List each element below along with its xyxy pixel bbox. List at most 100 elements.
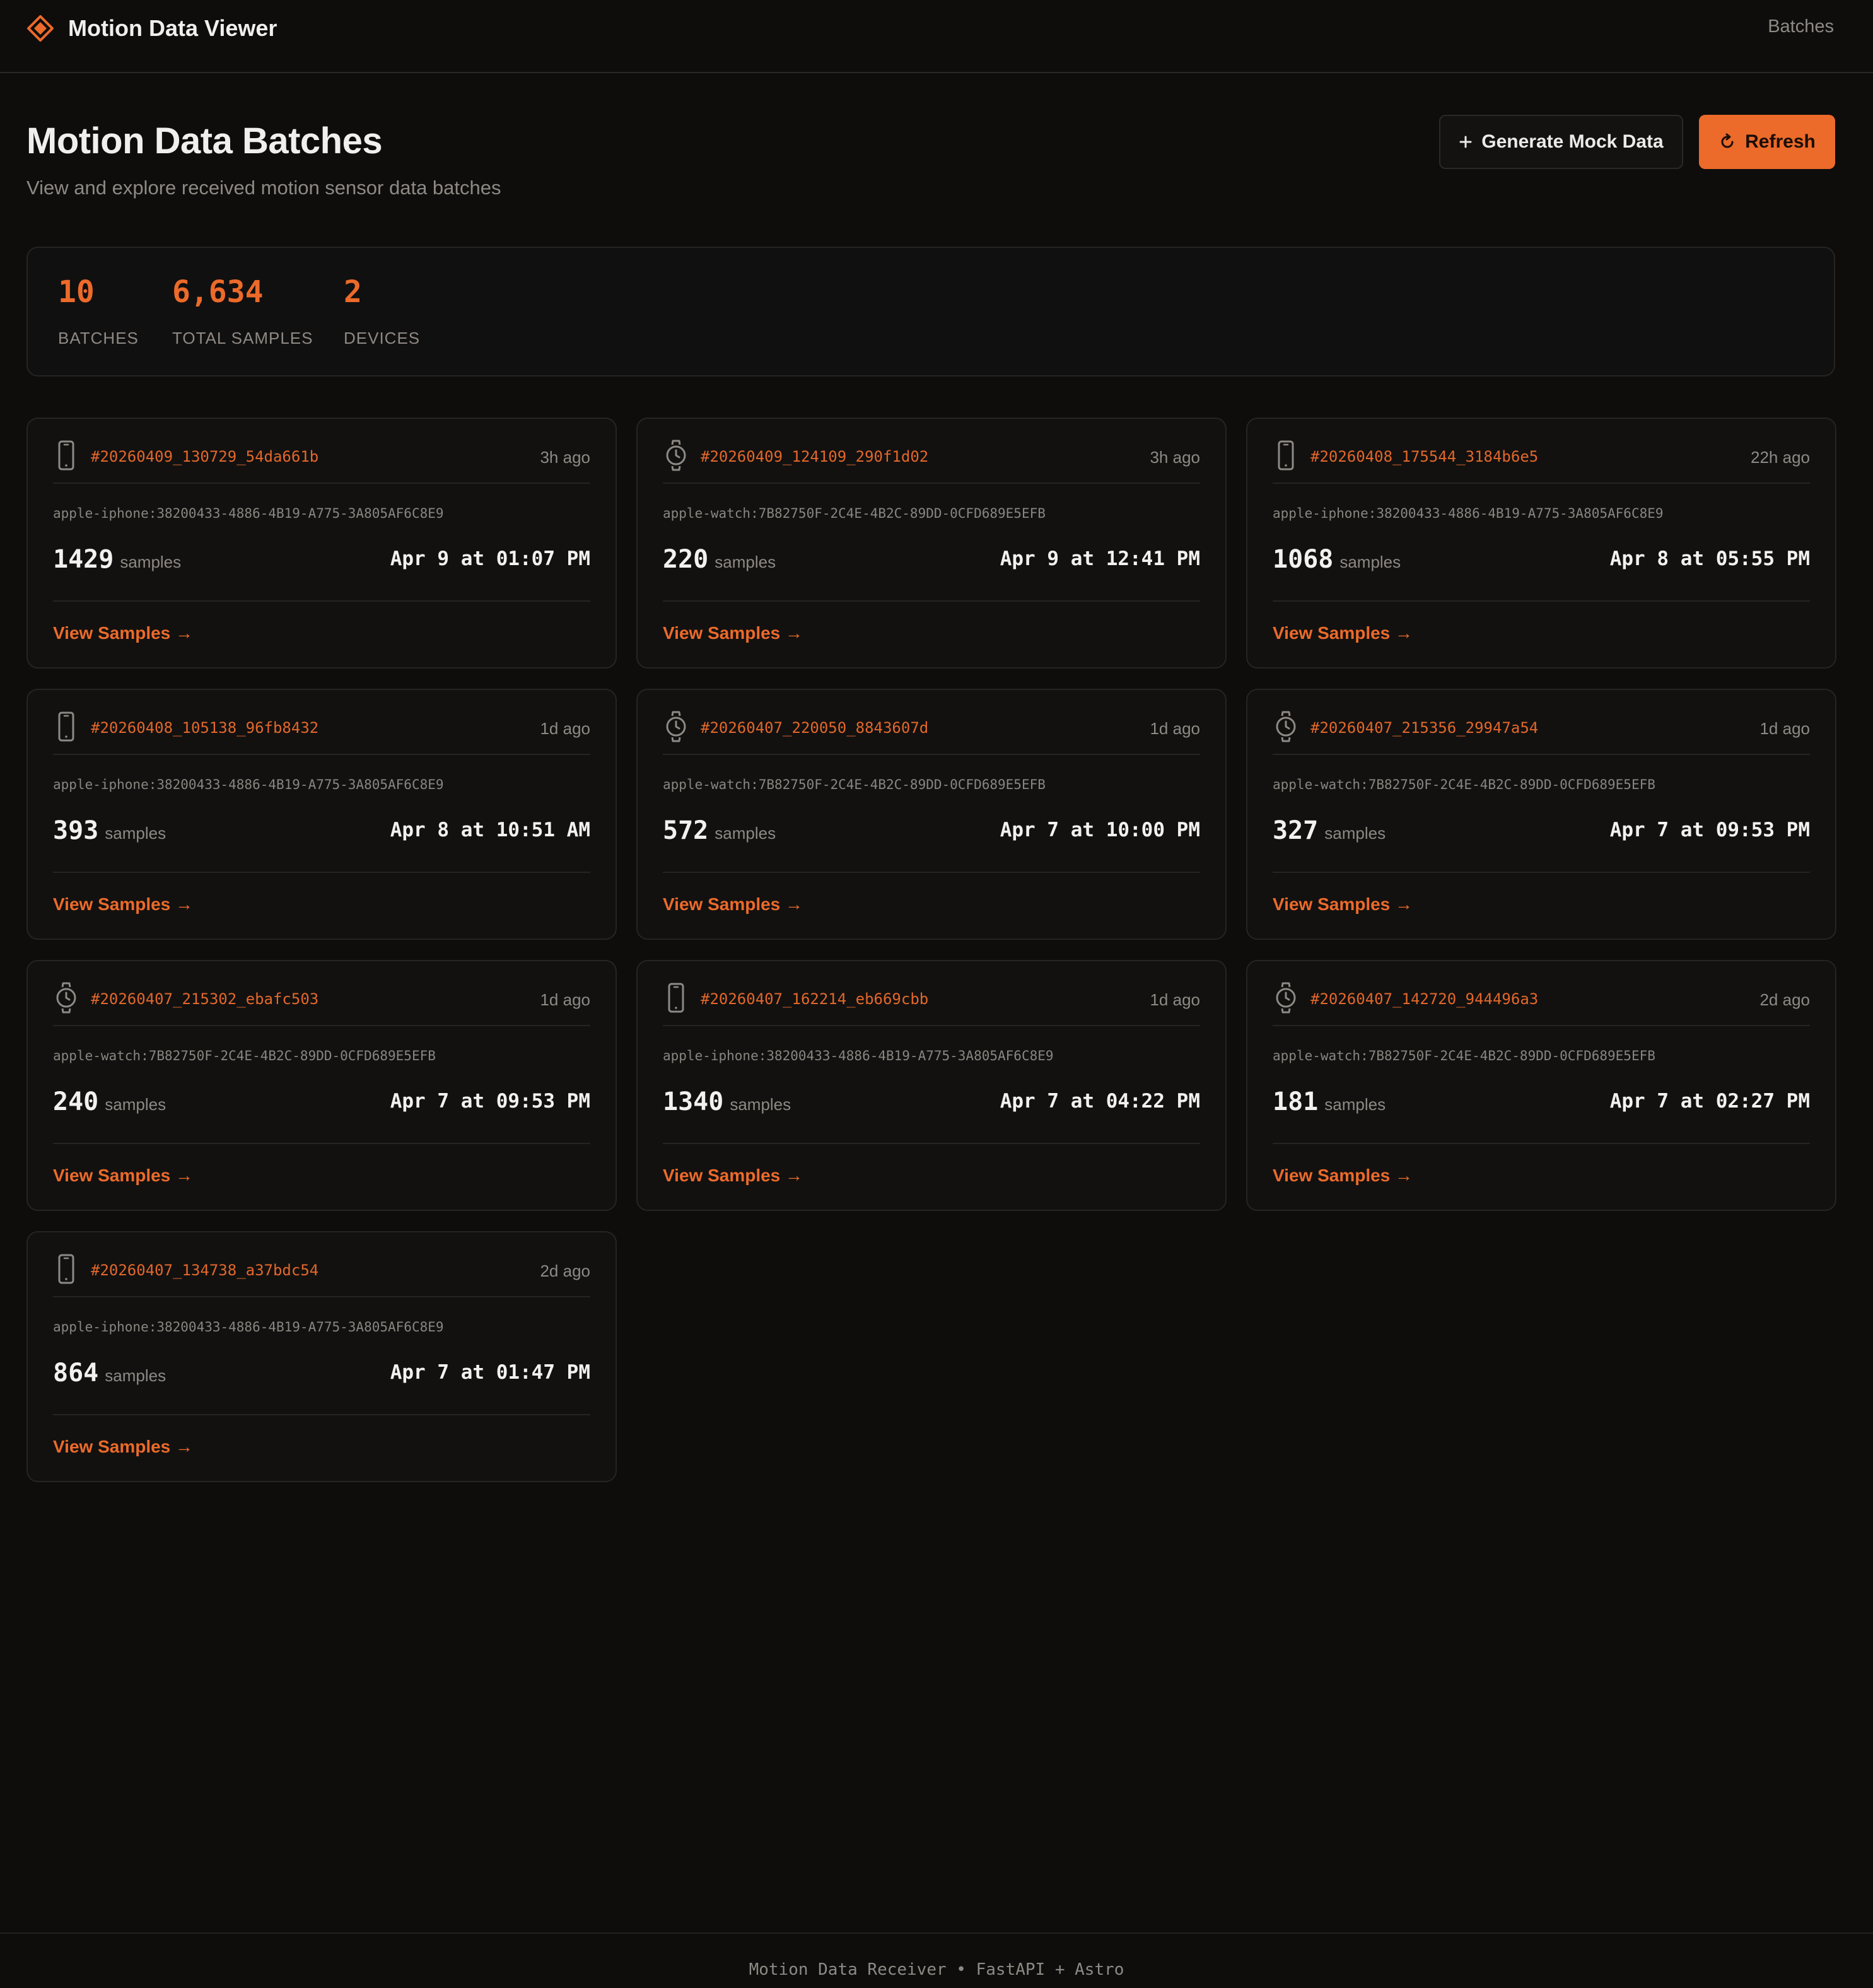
divider xyxy=(1273,1143,1810,1144)
sample-count-unit: samples xyxy=(715,553,776,571)
view-samples-link[interactable]: View Samples → xyxy=(53,623,193,643)
divider xyxy=(53,754,590,755)
batch-date: Apr 7 at 09:53 PM xyxy=(390,1090,590,1113)
watch-icon xyxy=(663,709,688,744)
refresh-icon xyxy=(1718,133,1736,151)
sample-count-value: 1429 xyxy=(53,545,114,574)
top-nav: Motion Data Viewer Batches xyxy=(0,0,1873,73)
sample-count: 220 samples xyxy=(663,545,776,574)
batch-date: Apr 7 at 09:53 PM xyxy=(1609,819,1810,841)
sample-count-value: 393 xyxy=(53,816,99,845)
batch-date: Apr 8 at 05:55 PM xyxy=(1609,547,1810,570)
view-samples-link[interactable]: View Samples → xyxy=(663,894,803,915)
batch-id: #20260407_162214_eb669cbb xyxy=(701,990,929,1008)
sample-count: 327 samples xyxy=(1273,816,1386,845)
sample-count-value: 572 xyxy=(663,816,709,845)
sample-count: 393 samples xyxy=(53,816,166,845)
divider xyxy=(1273,754,1810,755)
card-header: #20260407_215356_29947a54 1d ago xyxy=(1273,709,1810,747)
sample-count: 1068 samples xyxy=(1273,545,1401,574)
nav-batches-link[interactable]: Batches xyxy=(1768,16,1834,37)
stat-label: DEVICES xyxy=(344,329,421,348)
brand[interactable]: Motion Data Viewer xyxy=(26,14,277,43)
batch-date: Apr 7 at 01:47 PM xyxy=(390,1361,590,1384)
diamond-logo-icon xyxy=(27,15,54,42)
stat-value: 10 xyxy=(58,274,95,310)
batch-id: #20260408_105138_96fb8432 xyxy=(91,719,319,737)
card-header: #20260407_220050_8843607d 1d ago xyxy=(663,709,1200,747)
view-samples-link[interactable]: View Samples → xyxy=(53,1166,193,1186)
batch-card[interactable]: #20260407_215356_29947a54 1d ago apple-wat… xyxy=(1246,689,1836,940)
view-samples-link[interactable]: View Samples → xyxy=(1273,623,1413,643)
view-samples-link[interactable]: View Samples → xyxy=(53,1437,193,1457)
view-samples-link[interactable]: View Samples → xyxy=(1273,894,1413,915)
batch-card[interactable]: #20260408_175544_3184b6e5 22h ago apple-ip… xyxy=(1246,418,1836,669)
sample-count-value: 1340 xyxy=(663,1087,724,1116)
device-id: apple-iphone:38200433-4886-4B19-A775-3A8… xyxy=(663,1048,1054,1063)
batch-card[interactable]: #20260409_130729_54da661b 3h ago apple-iph… xyxy=(26,418,617,669)
batch-id: #20260407_220050_8843607d xyxy=(701,719,929,737)
phone-icon xyxy=(663,980,688,1015)
view-samples-link[interactable]: View Samples → xyxy=(663,1166,803,1186)
stat-batches: 10 BATCHES xyxy=(58,277,139,348)
device-id: apple-watch:7B82750F-2C4E-4B2C-89DD-0CFD… xyxy=(53,1048,436,1063)
batch-id: #20260407_142720_944496a3 xyxy=(1310,990,1539,1008)
stat-value: 2 xyxy=(344,274,362,310)
divider xyxy=(1273,872,1810,873)
stat-label: BATCHES xyxy=(58,329,139,348)
batch-age: 22h ago xyxy=(1751,448,1810,467)
divider xyxy=(663,600,1200,602)
sample-count-value: 220 xyxy=(663,545,709,574)
sample-count: 1429 samples xyxy=(53,545,181,574)
sample-count-unit: samples xyxy=(105,1095,166,1114)
divider xyxy=(53,600,590,602)
divider xyxy=(1273,1025,1810,1026)
sample-count-unit: samples xyxy=(120,553,182,571)
stat-total-samples: 6,634 TOTAL SAMPLES xyxy=(172,277,313,348)
batch-card[interactable]: #20260407_220050_8843607d 1d ago apple-wat… xyxy=(636,689,1227,940)
app-name: Motion Data Viewer xyxy=(68,15,277,41)
batch-age: 2d ago xyxy=(540,1261,590,1280)
sample-count: 572 samples xyxy=(663,816,776,845)
batch-card[interactable]: #20260407_134738_a37bdc54 2d ago apple-iph… xyxy=(26,1231,617,1482)
divider xyxy=(53,1143,590,1144)
divider xyxy=(663,1025,1200,1026)
footer: Motion Data Receiver • FastAPI + Astro xyxy=(0,1932,1873,1988)
card-header: #20260408_175544_3184b6e5 22h ago xyxy=(1273,438,1810,476)
card-header: #20260408_105138_96fb8432 1d ago xyxy=(53,709,590,747)
device-id: apple-iphone:38200433-4886-4B19-A775-3A8… xyxy=(53,1319,444,1335)
phone-icon xyxy=(53,709,78,744)
device-id: apple-iphone:38200433-4886-4B19-A775-3A8… xyxy=(1273,506,1664,521)
batch-card[interactable]: #20260407_162214_eb669cbb 1d ago apple-iph… xyxy=(636,960,1227,1211)
batch-id: #20260408_175544_3184b6e5 xyxy=(1310,448,1539,465)
page-title: Motion Data Batches xyxy=(26,120,383,161)
plus-icon xyxy=(1459,135,1473,149)
sample-count: 1340 samples xyxy=(663,1087,791,1116)
batch-id: #20260409_130729_54da661b xyxy=(91,448,319,465)
sample-count-value: 327 xyxy=(1273,816,1319,845)
divider xyxy=(1273,600,1810,602)
device-id: apple-watch:7B82750F-2C4E-4B2C-89DD-0CFD… xyxy=(1273,1048,1655,1063)
generate-mock-data-button[interactable]: Generate Mock Data xyxy=(1439,115,1683,169)
sample-count-value: 864 xyxy=(53,1359,99,1388)
batch-age: 2d ago xyxy=(1759,990,1810,1009)
divider xyxy=(53,1025,590,1026)
view-samples-link[interactable]: View Samples → xyxy=(1273,1166,1413,1186)
view-samples-link[interactable]: View Samples → xyxy=(53,894,193,915)
batch-age: 1d ago xyxy=(540,990,590,1009)
batch-age: 3h ago xyxy=(1150,448,1200,467)
sample-count: 240 samples xyxy=(53,1087,166,1116)
batch-card[interactable]: #20260407_142720_944496a3 2d ago apple-wat… xyxy=(1246,960,1836,1211)
card-header: #20260407_142720_944496a3 2d ago xyxy=(1273,980,1810,1018)
view-samples-link[interactable]: View Samples → xyxy=(663,623,803,643)
refresh-button[interactable]: Refresh xyxy=(1699,115,1835,169)
batch-card[interactable]: #20260407_215302_ebafc503 1d ago apple-wat… xyxy=(26,960,617,1211)
generate-mock-data-label: Generate Mock Data xyxy=(1481,131,1664,152)
batch-card[interactable]: #20260408_105138_96fb8432 1d ago apple-iph… xyxy=(26,689,617,940)
phone-icon xyxy=(53,1251,78,1287)
device-id: apple-watch:7B82750F-2C4E-4B2C-89DD-0CFD… xyxy=(1273,777,1655,792)
batch-card[interactable]: #20260409_124109_290f1d02 3h ago apple-wat… xyxy=(636,418,1227,669)
phone-icon xyxy=(1273,438,1298,473)
card-header: #20260407_162214_eb669cbb 1d ago xyxy=(663,980,1200,1018)
divider xyxy=(663,1143,1200,1144)
